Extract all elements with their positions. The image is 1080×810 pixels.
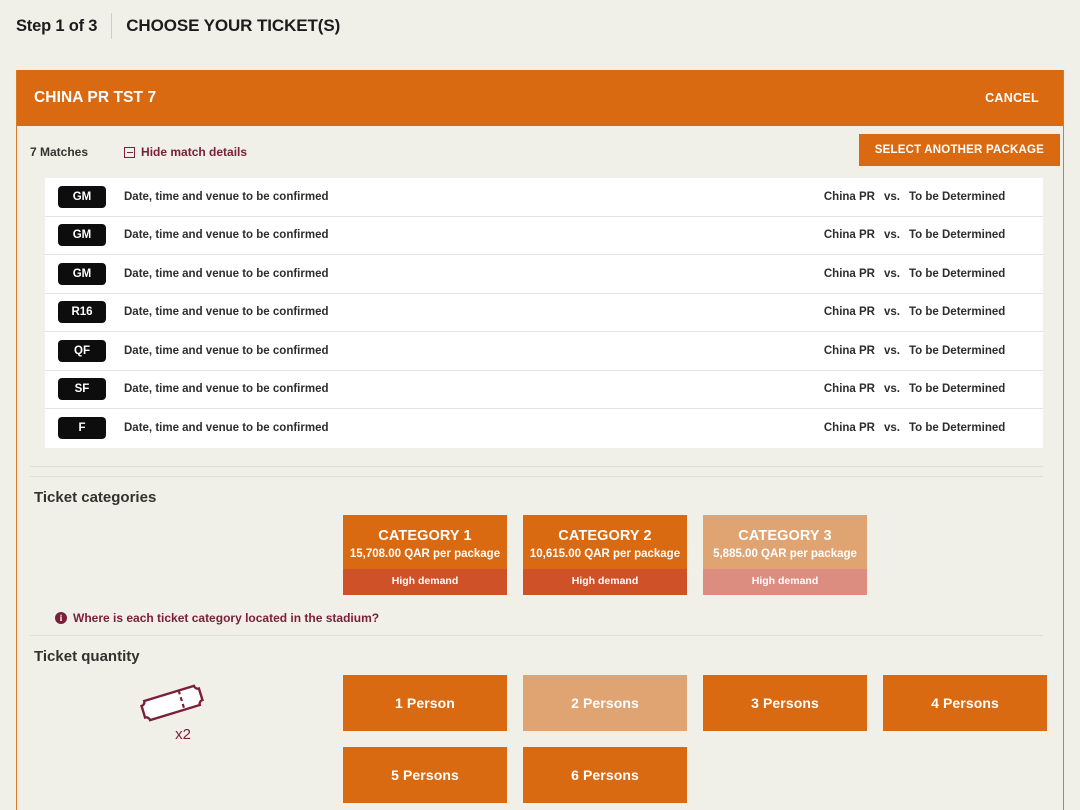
ticket-quantity-option[interactable]: 2 Persons [523,674,687,731]
minus-box-icon [124,146,136,158]
match-schedule-text: Date, time and venue to be confirmed [124,383,329,396]
match-home-team: China PR [823,344,875,357]
ticket-quantity-option[interactable]: 3 Persons [703,674,867,731]
match-vs-label: vs. [884,383,900,396]
match-stage-badge: R16 [58,301,106,324]
match-schedule-text: Date, time and venue to be confirmed [124,422,329,435]
match-home-team: China PR [823,190,875,203]
ticket-categories-heading: Ticket categories [34,488,157,506]
ticket-category-demand-badge: High demand [343,568,507,595]
step-header: Step 1 of 3 CHOOSE YOUR TICKET(S) [0,0,1080,52]
match-home-team: China PR [823,383,875,396]
stadium-location-link[interactable]: Where is each ticket category located in… [73,611,379,625]
match-stage-badge: GM [58,224,106,247]
match-away-team: To be Determined [909,190,1006,203]
ticket-category-price: 5,885.00 QAR per package [713,547,857,560]
ticket-category-card[interactable]: CATEGORY 3 5,885.00 QAR per package High d… [703,514,867,595]
ticket-category-card[interactable]: CATEGORY 2 10,615.00 QAR per package High … [523,514,687,595]
match-vs-label: vs. [884,306,900,319]
match-vs-label: vs. [884,229,900,242]
ticket-quantity-option[interactable]: 4 Persons [883,674,1047,731]
match-away-team: To be Determined [909,229,1006,242]
stadium-info-row[interactable]: i Where is each ticket category located … [17,595,1063,635]
match-row: GM Date, time and venue to be confirmed Ch… [45,178,1043,217]
match-teams: China PR vs. To be Determined [797,229,1027,241]
match-stage-badge: QF [58,339,106,362]
match-row: GM Date, time and venue to be confirmed Ch… [45,255,1043,294]
match-vs-label: vs. [884,190,900,203]
match-schedule-text: Date, time and venue to be confirmed [124,344,329,357]
panel-header: CHINA PR TST 7 CANCEL [17,70,1063,126]
page-title: CHOOSE YOUR TICKET(S) [126,16,341,35]
ticket-category-card[interactable]: CATEGORY 1 15,708.00 QAR per package High … [343,514,507,595]
match-schedule-text: Date, time and venue to be confirmed [124,306,329,319]
info-circle-icon: i [55,611,67,624]
ticket-quantity-option[interactable]: 6 Persons [523,746,687,803]
match-home-team: China PR [823,267,875,280]
match-row: F Date, time and venue to be confirmed Chi… [45,409,1043,448]
match-away-team: To be Determined [909,344,1006,357]
package-name: CHINA PR TST 7 [34,89,157,106]
toggle-match-details-label: Hide match details [141,145,248,159]
match-vs-label: vs. [884,422,900,435]
match-away-team: To be Determined [909,422,1006,435]
match-row: R16 Date, time and venue to be confirmed C… [45,294,1043,332]
ticket-category-main: CATEGORY 3 5,885.00 QAR per package [703,515,867,569]
match-schedule-text: Date, time and venue to be confirmed [124,229,329,242]
matches-toolbar: 7 Matches Hide match details SELECT ANOT… [17,126,1063,178]
match-vs-label: vs. [884,344,900,357]
ticket-category-demand-badge: High demand [703,568,867,595]
match-stage-badge: F [58,417,106,440]
match-teams: China PR vs. To be Determined [797,191,1027,203]
ticket-category-list: CATEGORY 1 15,708.00 QAR per package High … [17,514,1063,595]
match-schedule-text: Date, time and venue to be confirmed [124,190,329,203]
match-row: SF Date, time and venue to be confirmed Ch… [45,371,1043,409]
match-home-team: China PR [823,306,875,319]
match-vs-label: vs. [884,267,900,280]
ticket-category-demand-badge: High demand [523,568,687,595]
match-teams: China PR vs. To be Determined [797,345,1027,357]
ticket-quantity-area: x2 1 Person 2 Persons 3 Persons 4 Persons 5 … [17,674,1063,803]
ticket-quantity-option[interactable]: 1 Person [343,674,507,731]
step-indicator: Step 1 of 3 [16,16,98,35]
ticket-category-price: 15,708.00 QAR per package [349,547,501,560]
match-stage-badge: SF [58,378,106,401]
match-teams: China PR vs. To be Determined [797,268,1027,280]
match-schedule-text: Date, time and venue to be confirmed [124,267,329,280]
match-row: QF Date, time and venue to be confirmed Ch… [45,332,1043,371]
match-home-team: China PR [823,229,875,242]
ticket-icon-group: x2 [117,683,227,743]
match-teams: China PR vs. To be Determined [797,422,1027,434]
section-divider-matches [30,465,1043,467]
toggle-match-details-link[interactable]: Hide match details [124,145,247,159]
ticket-category-name: CATEGORY 3 [738,527,832,544]
match-teams: China PR vs. To be Determined [797,306,1027,318]
package-panel: CHINA PR TST 7 CANCEL 7 Matches Hide mat… [16,70,1064,810]
match-away-team: To be Determined [909,267,1006,280]
cancel-button[interactable]: CANCEL [979,90,1045,106]
ticket-category-main: CATEGORY 1 15,708.00 QAR per package [343,515,507,569]
match-home-team: China PR [823,422,875,435]
ticket-category-main: CATEGORY 2 10,615.00 QAR per package [523,515,687,569]
match-row: GM Date, time and venue to be confirmed Ch… [45,217,1043,255]
match-away-team: To be Determined [909,383,1006,396]
ticket-quantity-heading: Ticket quantity [34,647,140,665]
select-another-package-button[interactable]: SELECT ANOTHER PACKAGE [858,134,1060,166]
match-list: GM Date, time and venue to be confirmed Ch… [45,178,1043,448]
ticket-icon [140,683,204,722]
match-stage-badge: GM [58,262,106,285]
ticket-category-name: CATEGORY 2 [558,527,652,544]
ticket-category-price: 10,615.00 QAR per package [529,547,681,560]
match-teams: China PR vs. To be Determined [797,383,1027,395]
ticket-category-name: CATEGORY 1 [378,527,472,544]
ticket-multiplier-label: x2 [175,725,191,743]
match-stage-badge: GM [58,185,106,208]
match-away-team: To be Determined [909,306,1006,319]
match-count-label: 7 Matches [30,145,89,159]
ticket-quantity-option[interactable]: 5 Persons [343,746,507,803]
